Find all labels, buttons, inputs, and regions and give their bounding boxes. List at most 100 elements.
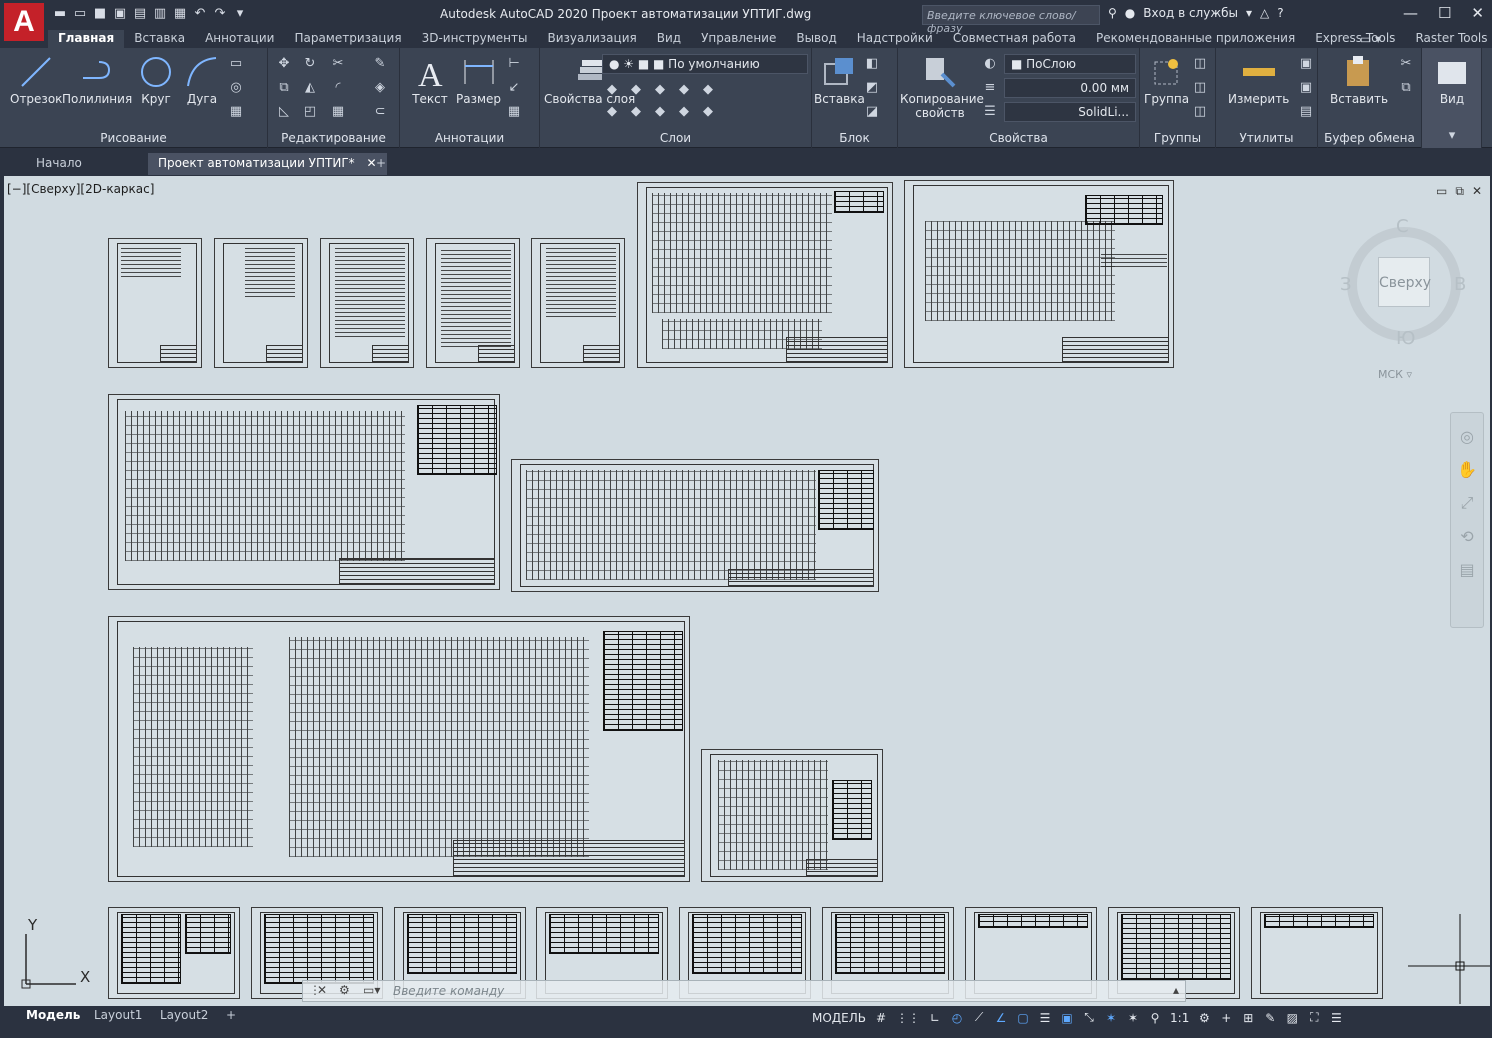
viewport-controls[interactable]: [−][Сверху][2D-каркас] bbox=[7, 182, 154, 196]
array-icon[interactable]: ▦ bbox=[330, 104, 346, 120]
cut-icon[interactable]: ✂ bbox=[1398, 56, 1414, 72]
workspace-gear-icon[interactable]: ⚙ bbox=[1197, 1011, 1211, 1025]
tab-manage[interactable]: Управление bbox=[691, 30, 786, 48]
close-icon[interactable]: ✕ bbox=[1471, 4, 1484, 22]
wcs-menu[interactable]: МСК ▿ bbox=[1378, 368, 1412, 381]
color-dropdown[interactable]: ■ ПоСлою bbox=[1004, 54, 1136, 74]
group-edit-icon[interactable]: ◫ bbox=[1192, 80, 1208, 96]
share-icon[interactable]: ▥ bbox=[152, 6, 168, 22]
select-all-icon[interactable]: ▣ bbox=[1298, 80, 1314, 96]
compass-north[interactable]: С bbox=[1396, 216, 1409, 237]
tab-layout1[interactable]: Layout1 bbox=[86, 1007, 150, 1025]
drawing-sheet[interactable] bbox=[108, 238, 202, 368]
drawing-sheet[interactable] bbox=[320, 238, 414, 368]
properties-panel-title[interactable]: Свойства bbox=[898, 131, 1139, 145]
offset-icon[interactable]: ⊂ bbox=[372, 104, 388, 120]
drawing-sheet[interactable] bbox=[426, 238, 520, 368]
drawing-sheet[interactable] bbox=[214, 238, 308, 368]
selection-cycling-icon[interactable]: ⤡ bbox=[1082, 1010, 1096, 1025]
arc-tool[interactable]: Дуга bbox=[184, 54, 220, 106]
layer-off-icon[interactable]: ◆ bbox=[604, 82, 620, 98]
cmd-recent-icon[interactable]: ▭▾ bbox=[363, 983, 380, 997]
copy-icon[interactable]: ⧉ bbox=[276, 80, 292, 96]
layer-dropdown[interactable]: ● ☀ ■ ■ По умолчанию bbox=[602, 54, 808, 74]
ribbon-minimize-icon[interactable]: ▭ ▾ bbox=[1360, 32, 1381, 46]
customization-menu-icon[interactable]: ☰ bbox=[1329, 1011, 1343, 1025]
block-panel-title[interactable]: Блок bbox=[812, 131, 897, 145]
model-space-label[interactable]: МОДЕЛЬ bbox=[812, 1011, 866, 1025]
annotation-visibility-icon[interactable]: ✶ bbox=[1104, 1011, 1118, 1025]
layer-match-icon[interactable]: ◆ bbox=[604, 104, 620, 120]
web-save-icon[interactable]: ▤ bbox=[132, 6, 148, 22]
view-tool[interactable]: Вид bbox=[1434, 54, 1470, 106]
clipboard-panel-title[interactable]: Буфер обмена bbox=[1318, 131, 1421, 145]
paste-tool[interactable]: Вставить bbox=[1330, 54, 1388, 106]
calculator-icon[interactable]: ▤ bbox=[1298, 104, 1314, 120]
tab-project-file[interactable]: Проект автоматизации УПТИГ* ✕ bbox=[148, 153, 387, 175]
cmd-customize-icon[interactable]: ⚙ bbox=[339, 983, 350, 997]
drawing-sheet[interactable] bbox=[511, 459, 879, 592]
tab-addins[interactable]: Надстройки bbox=[847, 30, 943, 48]
compass-west[interactable]: З bbox=[1340, 274, 1352, 295]
hardware-accel-icon[interactable]: ▨ bbox=[1285, 1011, 1299, 1025]
layer-walk-icon[interactable]: ◆ bbox=[652, 104, 668, 120]
tab-home[interactable]: Главная bbox=[48, 30, 125, 48]
print-icon[interactable]: ▦ bbox=[172, 6, 188, 22]
maximize-icon[interactable]: ☐ bbox=[1438, 4, 1451, 22]
view-expand-icon[interactable]: ▾ bbox=[1444, 128, 1460, 144]
osnap-tracking-icon[interactable]: ∠ bbox=[994, 1011, 1008, 1025]
polar-icon[interactable]: ◴ bbox=[950, 1011, 964, 1025]
draw-panel-title[interactable]: Рисование bbox=[0, 131, 267, 145]
dimension-tool[interactable]: Размер bbox=[456, 54, 501, 106]
utilities-panel-title[interactable]: Утилиты bbox=[1216, 131, 1317, 145]
layer-lock-icon[interactable]: ◆ bbox=[676, 82, 692, 98]
fillet-icon[interactable]: ◜ bbox=[330, 80, 346, 96]
open-file-icon[interactable]: ▭ bbox=[72, 6, 88, 22]
zoom-extents-icon[interactable]: ⤢ bbox=[1451, 493, 1483, 513]
steering-wheel-icon[interactable]: ◎ bbox=[1451, 427, 1483, 446]
cart-icon[interactable]: ▾ bbox=[1246, 6, 1252, 20]
lineweight-icon[interactable]: ≡ bbox=[982, 80, 998, 96]
layers-panel-title[interactable]: Слои bbox=[540, 131, 811, 145]
annotation-scale-value[interactable]: 1:1 bbox=[1170, 1011, 1189, 1025]
cmd-close-icon[interactable]: ✕ bbox=[317, 983, 327, 997]
new-layout-icon[interactable]: + bbox=[218, 1007, 244, 1025]
ungroup-icon[interactable]: ◫ bbox=[1192, 56, 1208, 72]
tab-raster-tools[interactable]: Raster Tools bbox=[1405, 30, 1492, 48]
new-tab-icon[interactable]: + bbox=[366, 153, 396, 175]
measure-tool[interactable]: Измерить bbox=[1228, 54, 1289, 106]
layer-merge-icon[interactable]: ◆ bbox=[700, 104, 716, 120]
tab-model[interactable]: Модель bbox=[18, 1007, 88, 1025]
layer-unlock-icon[interactable]: ◆ bbox=[676, 104, 692, 120]
quick-select-icon[interactable]: ▣ bbox=[1298, 56, 1314, 72]
viewcube-face[interactable]: Сверху bbox=[1378, 257, 1431, 307]
erase-icon[interactable]: ✎ bbox=[372, 56, 388, 72]
undo-icon[interactable]: ↶ bbox=[192, 6, 208, 22]
viewport-restore-icon[interactable]: ⧉ bbox=[1455, 184, 1464, 199]
osnap-icon[interactable]: ▢ bbox=[1016, 1011, 1030, 1025]
redo-icon[interactable]: ↷ bbox=[212, 6, 228, 22]
mirror-icon[interactable]: ◭ bbox=[302, 80, 318, 96]
pan-icon[interactable]: ✋ bbox=[1451, 460, 1483, 479]
transparency-icon[interactable]: ▣ bbox=[1060, 1011, 1074, 1025]
command-input[interactable]: Введите команду bbox=[393, 984, 504, 998]
block-attributes-icon[interactable]: ◪ bbox=[864, 104, 880, 120]
tab-parametric[interactable]: Параметризация bbox=[284, 30, 411, 48]
annotation-scale-icon[interactable]: ⚲ bbox=[1148, 1011, 1162, 1025]
save-icon[interactable]: ■ bbox=[92, 6, 108, 22]
tab-view[interactable]: Вид bbox=[647, 30, 691, 48]
drawing-sheet[interactable] bbox=[904, 180, 1174, 368]
drawing-sheet[interactable] bbox=[531, 238, 625, 368]
drawing-sheet[interactable] bbox=[637, 182, 893, 368]
signin-label[interactable]: Вход в службы bbox=[1143, 6, 1238, 20]
table-icon[interactable]: ▦ bbox=[506, 104, 522, 120]
insert-block-tool[interactable]: Вставка bbox=[814, 54, 865, 106]
linetype-dropdown[interactable]: SolidLi... bbox=[1004, 102, 1136, 122]
linetype-icon[interactable]: ☰ bbox=[982, 104, 998, 120]
create-block-icon[interactable]: ◧ bbox=[864, 56, 880, 72]
boundary-icon[interactable]: ▦ bbox=[228, 104, 244, 120]
text-tool[interactable]: A Текст bbox=[412, 54, 448, 106]
linear-dim-icon[interactable]: ⊢ bbox=[506, 56, 522, 72]
auto-scale-icon[interactable]: ✶ bbox=[1126, 1011, 1140, 1025]
grid-icon[interactable]: # bbox=[874, 1011, 888, 1025]
